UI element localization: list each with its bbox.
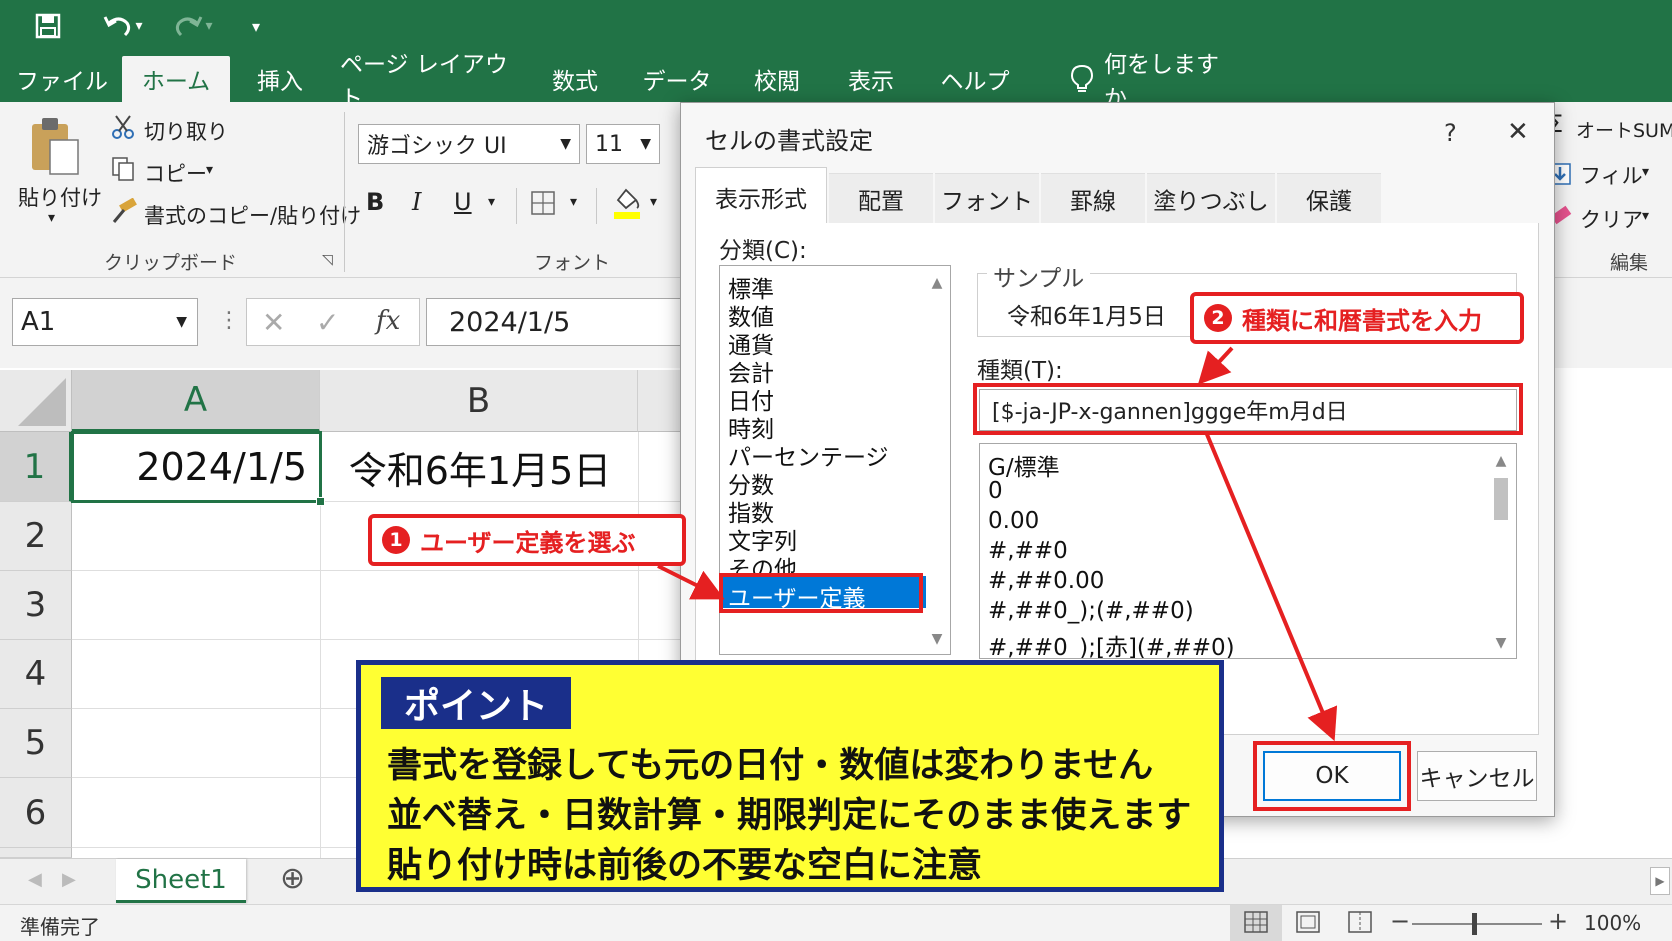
step-1-number: 1 bbox=[382, 526, 410, 554]
step-2-text: 種類に和暦書式を入力 bbox=[1242, 306, 1482, 335]
callout-step-1: 1 ユーザー定義を選ぶ bbox=[368, 514, 686, 566]
callout-step-2: 2 種類に和暦書式を入力 bbox=[1190, 292, 1524, 344]
point-line-3: 貼り付け時は前後の不要な空白に注意 bbox=[387, 846, 983, 886]
point-box: ポイント 書式を登録しても元の日付・数値は変わりません 並べ替え・日数計算・期限… bbox=[356, 660, 1224, 892]
arrow-to-ok-button bbox=[1204, 431, 1338, 742]
step-2-number: 2 bbox=[1204, 304, 1232, 332]
arrow-to-custom-category bbox=[657, 564, 725, 600]
arrow-to-type-input bbox=[1197, 346, 1234, 385]
point-title: ポイント bbox=[381, 677, 571, 729]
point-line-2: 並べ替え・日数計算・期限判定にそのまま使えます bbox=[387, 796, 1192, 836]
point-line-1: 書式を登録しても元の日付・数値は変わりません bbox=[387, 746, 1154, 786]
step-1-text: ユーザー定義を選ぶ bbox=[420, 528, 636, 557]
